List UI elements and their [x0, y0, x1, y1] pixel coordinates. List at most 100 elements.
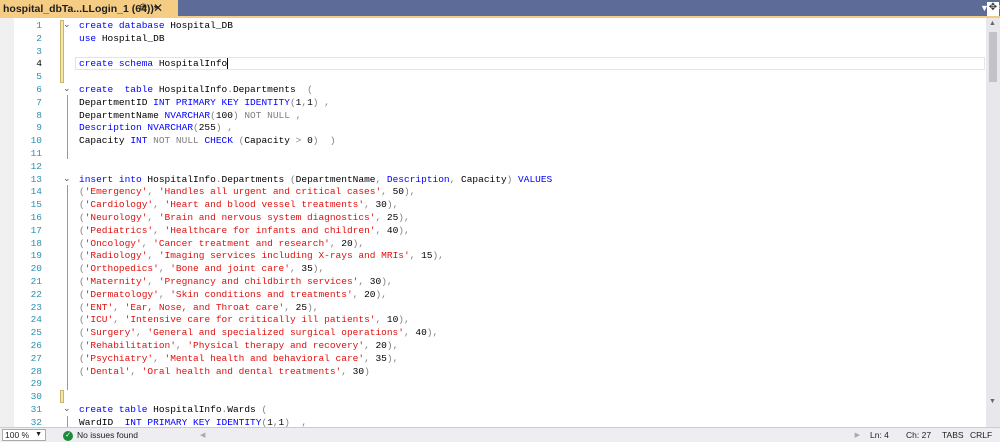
string-token: 'General and specialized surgical operat…: [147, 327, 404, 339]
string-token: 'Oral health and dental treatments': [141, 365, 342, 377]
identifier-token: 30: [375, 199, 387, 211]
code-line[interactable]: 12: [0, 160, 986, 173]
line-number: 31: [30, 404, 42, 415]
code-line[interactable]: 11: [0, 147, 986, 160]
zoom-select[interactable]: 100 % ▼: [2, 429, 46, 441]
code-line[interactable]: 25 ('Surgery', 'General and specialized s…: [0, 326, 986, 339]
identifier-token: 15: [421, 250, 433, 262]
line-number: 24: [30, 314, 42, 326]
string-token: 'Oncology': [84, 237, 142, 249]
pin-icon[interactable]: ⊕: [139, 2, 147, 13]
issues-indicator[interactable]: ✓ No issues found: [63, 430, 138, 441]
code-line[interactable]: 6 ⌄ create table HospitalInfo.Departments …: [0, 83, 986, 96]
identifier-token: 35: [375, 352, 387, 364]
keyword-token: create schema: [79, 58, 159, 70]
code-line[interactable]: 10 Capacity INT NOT NULL CHECK (Capacity …: [0, 134, 986, 147]
code-text: ('Neurology', 'Brain and nervous system …: [79, 211, 410, 224]
scrollbar-thumb[interactable]: [989, 32, 997, 82]
code-line[interactable]: 15 ('Cardiology', 'Heart and blood vessel…: [0, 198, 986, 211]
code-line[interactable]: 5: [0, 70, 986, 83]
identifier-token: Capacity: [461, 173, 507, 185]
string-token: 'Cardiology': [84, 199, 154, 211]
fold-chevron-icon[interactable]: ⌄: [63, 173, 71, 186]
identifier-token: HospitalInfo: [147, 173, 216, 185]
split-editor-icon[interactable]: ✥: [987, 2, 999, 16]
horizontal-scrollbar[interactable]: ◀ ▶: [200, 431, 860, 440]
tab-query-editor[interactable]: hospital_dbTa...LLogin_1 (64))* ⊕ ✕: [0, 0, 178, 18]
operator-token: ,: [364, 340, 376, 351]
code-line[interactable]: 3: [0, 45, 986, 58]
operator-token: ),: [381, 276, 393, 287]
operator-token: ,: [130, 365, 142, 377]
line-number: 14: [30, 186, 42, 198]
operator-token: ),: [386, 199, 399, 211]
code-line[interactable]: 28 ('Dental', 'Oral health and dental tre…: [0, 365, 986, 378]
string-token: 'Emergency': [84, 186, 148, 198]
operator-token: ,: [358, 276, 370, 287]
code-text: ('Rehabilitation', 'Physical therapy and…: [79, 339, 398, 352]
line-number: 9: [36, 122, 42, 134]
string-token: 'Bone and joint care': [170, 263, 290, 275]
code-line[interactable]: 20 ('Orthopedics', 'Bone and joint care',…: [0, 262, 986, 275]
line-ending[interactable]: CRLF: [970, 430, 992, 440]
code-line[interactable]: 30: [0, 390, 986, 403]
code-line[interactable]: 32 WardID INT PRIMARY KEY IDENTITY(1,1) ,: [0, 416, 986, 427]
operator-token: ) ,: [284, 416, 308, 427]
indent-mode[interactable]: TABS: [942, 430, 964, 440]
string-token: 'Brain and nervous system diagnostics': [158, 212, 376, 223]
close-icon[interactable]: ✕: [153, 1, 163, 15]
code-line[interactable]: 24 ('ICU', 'Intensive care for critically…: [0, 313, 986, 326]
operator-token: ,: [175, 340, 188, 351]
code-line[interactable]: 18 ('Oncology', 'Cancer treatment and res…: [0, 237, 986, 250]
code-line[interactable]: 21 ('Maternity', 'Pregnancy and childbirt…: [0, 275, 986, 288]
code-line[interactable]: 8 DepartmentName NVARCHAR(100) NOT NULL ,: [0, 109, 986, 122]
line-number: 1: [36, 20, 42, 31]
code-line[interactable]: 9 Description NVARCHAR(255) ,: [0, 121, 986, 134]
code-text: ('Emergency', 'Handles all urgent and cr…: [79, 185, 415, 198]
code-text: ('Dental', 'Oral health and dental treat…: [79, 365, 370, 378]
line-number: 16: [30, 212, 42, 223]
code-line[interactable]: 7 DepartmentID INT PRIMARY KEY IDENTITY(1…: [0, 96, 986, 109]
string-token: 'Psychiatry': [84, 352, 154, 364]
string-token: 'ICU': [84, 314, 114, 326]
code-line[interactable]: 31 ⌄ create table HospitalInfo.Wards (: [0, 403, 986, 416]
string-token: 'Mental health and behavioral care': [164, 352, 365, 364]
zoom-value: 100 %: [5, 430, 30, 440]
code-line[interactable]: 17 ('Pediatrics', 'Healthcare for infants…: [0, 224, 986, 237]
operator-token: ,: [352, 288, 365, 300]
scroll-up-icon[interactable]: ▲: [989, 20, 996, 27]
fold-chevron-icon[interactable]: ⌄: [63, 403, 71, 416]
code-line[interactable]: 1 ⌄ create database Hospital_DB: [0, 19, 986, 32]
scroll-down-icon[interactable]: ▼: [989, 398, 996, 405]
line-number: 19: [30, 250, 42, 262]
line-number: 27: [30, 352, 42, 364]
code-editor[interactable]: 1 ⌄ create database Hospital_DB 2 use Hospit…: [0, 18, 986, 427]
operator-token: NOT NULL: [153, 135, 205, 147]
operator-token: ),: [386, 352, 399, 364]
code-text: ('Pediatrics', 'Healthcare for infants a…: [79, 224, 410, 237]
identifier-token: 40: [386, 224, 399, 236]
line-number: 21: [30, 276, 42, 287]
code-line[interactable]: 14 ('Emergency', 'Handles all urgent and …: [0, 185, 986, 198]
fold-chevron-icon[interactable]: ⌄: [63, 83, 71, 96]
code-line[interactable]: 4 create schema HospitalInfo: [0, 57, 986, 70]
operator-token: ,: [364, 352, 376, 364]
code-line[interactable]: 22 ('Dermatology', 'Skin conditions and t…: [0, 288, 986, 301]
operator-token: ),: [398, 224, 410, 236]
identifier-token: Capacity: [79, 135, 131, 147]
line-number: 12: [30, 160, 42, 172]
code-line[interactable]: 29: [0, 377, 986, 390]
operator-token: ),: [307, 301, 319, 313]
code-line[interactable]: 13 ⌄ insert into HospitalInfo.Departments …: [0, 173, 986, 186]
fold-chevron-icon[interactable]: ⌄: [63, 19, 71, 32]
code-line[interactable]: 19 ('Radiology', 'Imaging services includ…: [0, 249, 986, 262]
line-number: 26: [30, 340, 42, 351]
code-line[interactable]: 23 ('ENT', 'Ear, Nose, and Throat care', …: [0, 301, 986, 314]
identifier-token: Hospital_DB: [101, 32, 165, 44]
code-line[interactable]: 27 ('Psychiatry', 'Mental health and beha…: [0, 352, 986, 365]
line-number: 25: [30, 327, 42, 339]
code-line[interactable]: 26 ('Rehabilitation', 'Physical therapy a…: [0, 339, 986, 352]
code-line[interactable]: 16 ('Neurology', 'Brain and nervous syste…: [0, 211, 986, 224]
code-text: DepartmentName NVARCHAR(100) NOT NULL ,: [79, 109, 301, 122]
code-line[interactable]: 2 use Hospital_DB: [0, 32, 986, 45]
